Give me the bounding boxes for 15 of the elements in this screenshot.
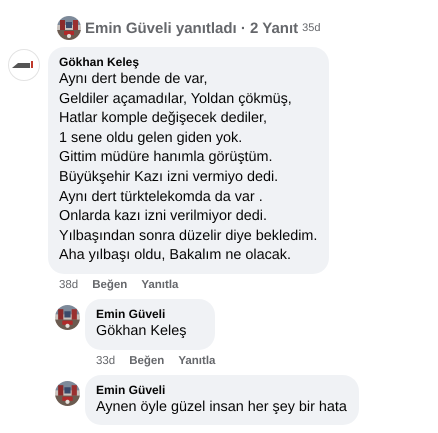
action-link[interactable]: Beğen: [129, 354, 164, 367]
reply-text: Gökhan Keleş: [96, 322, 186, 341]
timestamp: 38d: [59, 278, 78, 291]
action-link[interactable]: Beğen: [92, 278, 128, 291]
comment-text: Aynı dert bende de var, Geldiler açamadılar, Yoldan çökmüş, Hatlar komple değişecek dediler, 1 sene oldu gelen giden yok. Gittim müdüre hanımla görüştüm. Büyükşehir Kazı izni vermiyo dedi. Aynı dert türktelekomda da var . Onlarda kazı izni verilmiyor dedi. Yılbaşından sonra düzelir diye bekledim. Aha yılbaşı oldu, Bakalım ne olacak.: [59, 70, 318, 266]
avatar-icon: [8, 49, 40, 81]
action-link[interactable]: Yanıtla: [178, 354, 216, 367]
author-name[interactable]: Gökhan Keleş: [59, 54, 140, 70]
author-name[interactable]: Emin Güveli: [96, 306, 166, 322]
reply-summary-link[interactable]: Emin Güveli yanıtladı · 2 Yanıt: [85, 20, 298, 36]
author-name[interactable]: Emin Güveli: [96, 382, 166, 398]
action-link[interactable]: Yanıtla: [141, 278, 178, 291]
timestamp: 35d: [302, 22, 320, 34]
reply-text: Aynen öyle güzel insan her şey bir hata: [96, 398, 347, 417]
timestamp: 33d: [96, 354, 116, 367]
